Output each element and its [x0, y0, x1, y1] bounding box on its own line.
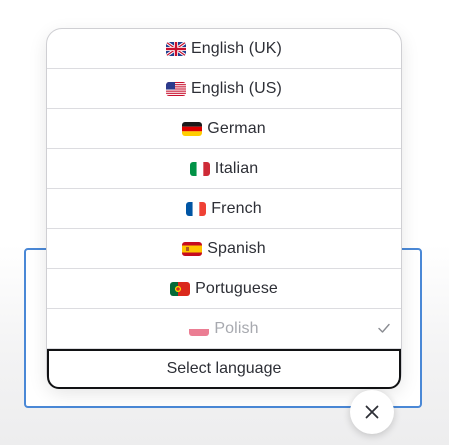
- spain-flag-icon: [182, 241, 203, 256]
- close-icon: [364, 404, 380, 420]
- language-option-english-us[interactable]: English (US): [47, 69, 401, 109]
- select-language-label: Select language: [166, 360, 282, 377]
- language-option-portuguese[interactable]: Portuguese: [47, 269, 401, 309]
- language-option-label: German: [207, 119, 266, 137]
- language-option-spanish[interactable]: Spanish: [47, 229, 401, 269]
- language-option-english-uk[interactable]: English (UK): [47, 29, 401, 69]
- language-dropdown: English (UK) English (US) German Italian…: [46, 28, 402, 389]
- language-option-italian[interactable]: Italian: [47, 149, 401, 189]
- portugal-flag-icon: [170, 281, 191, 296]
- check-icon: [377, 321, 391, 335]
- italy-flag-icon: [189, 161, 210, 176]
- language-option-polish[interactable]: Polish: [47, 309, 401, 349]
- language-option-label: Spanish: [207, 239, 266, 257]
- language-option-french[interactable]: French: [47, 189, 401, 229]
- language-option-label: Italian: [214, 159, 259, 177]
- close-button[interactable]: [350, 390, 394, 434]
- poland-flag-icon: [189, 321, 210, 336]
- language-option-label: French: [211, 199, 262, 217]
- language-option-list: English (UK) English (US) German Italian…: [47, 29, 401, 349]
- france-flag-icon: [186, 201, 207, 216]
- screen: English (UK) English (US) German Italian…: [0, 0, 449, 445]
- germany-flag-icon: [182, 121, 203, 136]
- select-language-button[interactable]: Select language: [47, 349, 401, 389]
- language-option-label: English (UK): [190, 39, 282, 57]
- us-flag-icon: [165, 81, 186, 96]
- language-option-label: English (US): [190, 79, 282, 97]
- language-option-german[interactable]: German: [47, 109, 401, 149]
- uk-flag-icon: [165, 41, 186, 56]
- language-option-label: Polish: [214, 319, 259, 337]
- language-option-label: Portuguese: [195, 279, 278, 297]
